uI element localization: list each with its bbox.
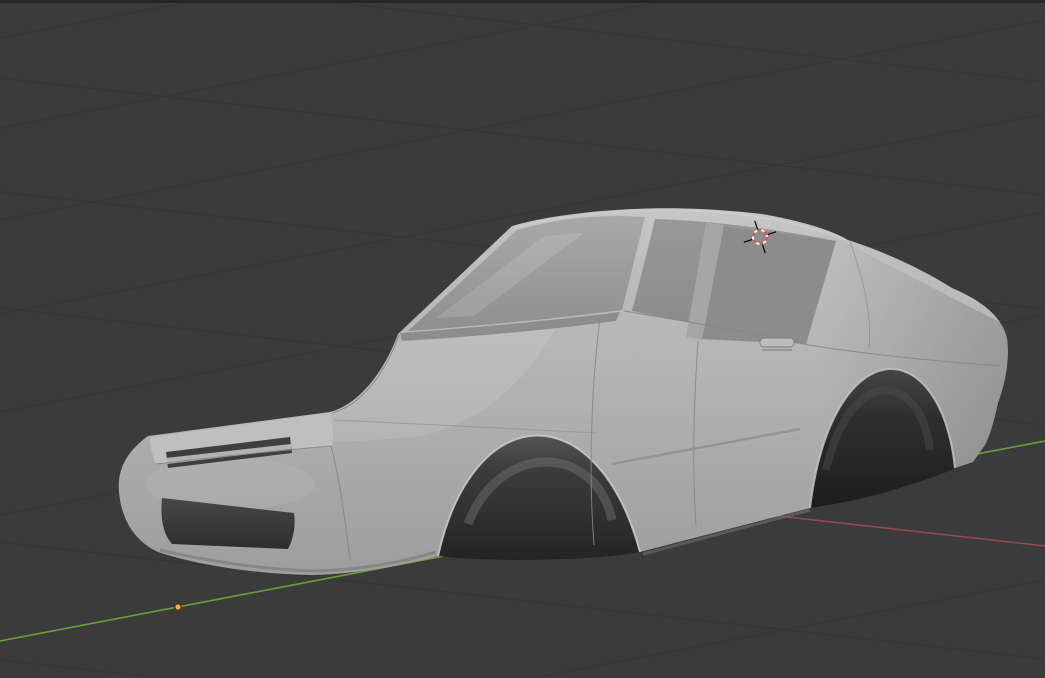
window-top-border	[0, 0, 1045, 3]
door-handle	[759, 337, 795, 348]
3d-viewport[interactable]	[0, 0, 1045, 678]
viewport-canvas[interactable]	[0, 0, 1045, 678]
origin-dot-icon	[174, 603, 182, 611]
object-origin-dot[interactable]	[174, 603, 182, 611]
